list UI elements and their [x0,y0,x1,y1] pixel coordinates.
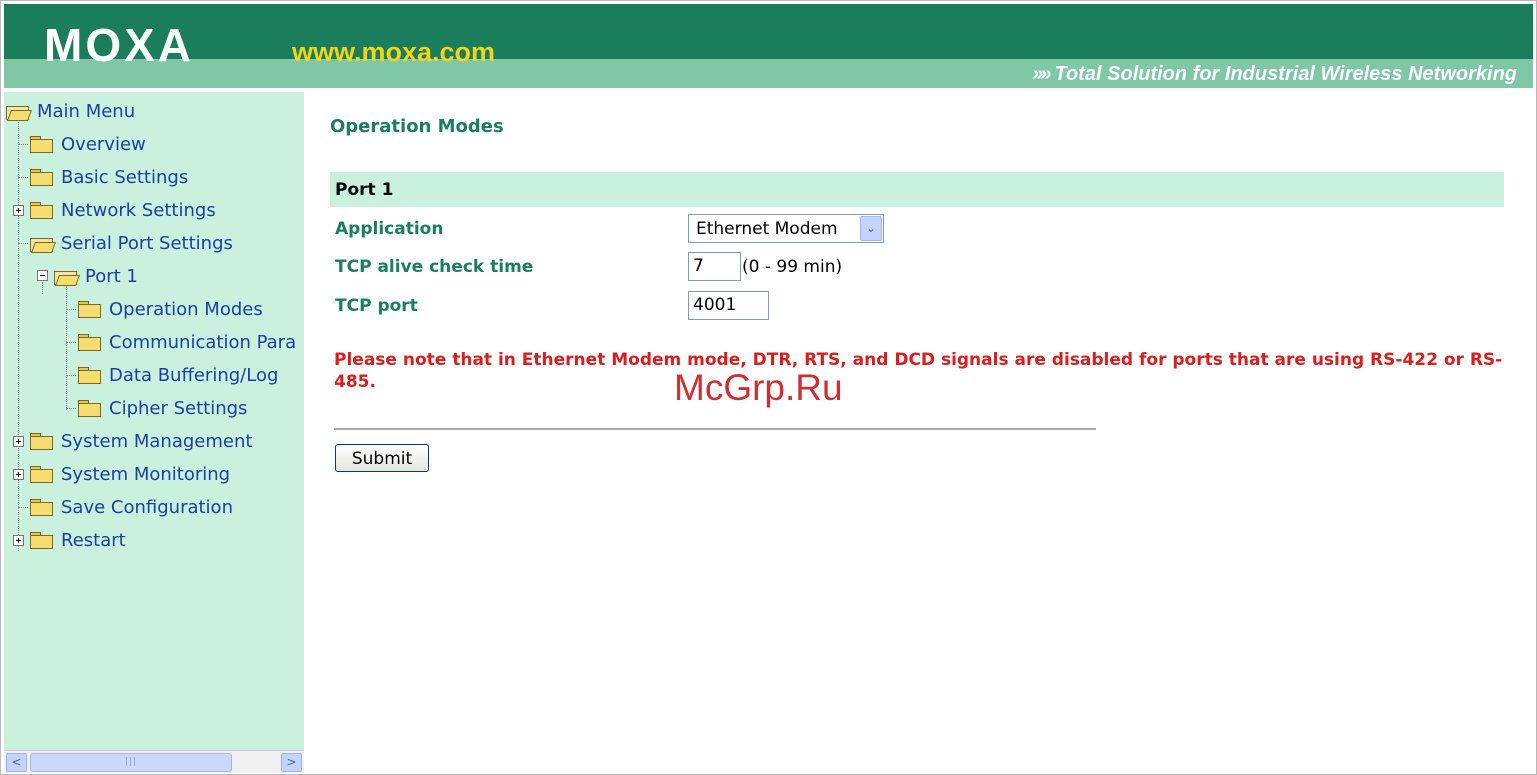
sidebar-item-label: Save Configuration [61,496,233,518]
sidebar-item-label: Cipher Settings [109,397,248,419]
folder-open-icon [5,102,33,121]
sidebar-item-port-1[interactable]: Port 1 [53,264,138,288]
sidebar-item-label: Network Settings [61,199,216,221]
sidebar-item-label: Port 1 [85,265,138,287]
browser-page: MOXA www.moxa.com »» Total Solution for I… [0,0,1537,775]
sidebar-horizontal-scrollbar[interactable]: < ||| > [4,750,304,773]
submit-button[interactable]: Submit [335,444,429,472]
expand-plus-icon[interactable] [13,205,24,216]
tree-line [66,408,76,409]
folder-icon [29,201,53,219]
sidebar-item-network-settings[interactable]: Network Settings [29,198,216,222]
tcp-port-input[interactable]: 4001 [688,291,769,320]
folder-open-icon [29,234,57,253]
divider [334,428,1096,430]
port-title: Port 1 [335,180,394,200]
folder-icon [29,531,53,549]
sidebar-item-label: Communication Para [109,331,297,353]
folder-icon [29,498,53,516]
sidebar-item-data-buffering[interactable]: Data Buffering/Log [77,363,278,387]
watermark: McGrp.Ru [674,367,843,408]
folder-open-icon [53,267,81,286]
sidebar-item-system-monitoring[interactable]: System Monitoring [29,462,230,486]
collapse-minus-icon[interactable] [37,270,48,281]
tree-line [18,118,19,551]
sidebar-item-label: Basic Settings [61,166,189,188]
tree-line [42,282,43,294]
tree-line [18,177,28,178]
tagline-text: Total Solution for Industrial Wireless N… [1054,63,1517,85]
chevron-down-icon[interactable]: ⌄ [860,216,882,241]
scroll-thumb[interactable]: ||| [30,753,232,772]
sidebar-item-restart[interactable]: Restart [29,528,126,552]
expand-plus-icon[interactable] [13,469,24,480]
tree-line [18,144,28,145]
sidebar-item-label: System Management [61,430,253,452]
tcp-alive-check-label: TCP alive check time [335,257,534,277]
sidebar-item-overview[interactable]: Overview [29,132,146,156]
expand-plus-icon[interactable] [13,436,24,447]
folder-icon [29,465,53,483]
port-section-header: Port 1 [330,172,1504,207]
main-content: Operation Modes Port 1 Application Ether… [304,92,1533,772]
tree-line [66,342,76,343]
sidebar-item-save-configuration[interactable]: Save Configuration [29,495,233,519]
tree-line [18,243,28,244]
scroll-right-button[interactable]: > [281,753,302,772]
expand-plus-icon[interactable] [13,535,24,546]
sidebar-item-operation-modes[interactable]: Operation Modes [77,297,263,321]
tree-line [66,286,67,410]
site-url: www.moxa.com [292,37,496,67]
sidebar-item-main-menu[interactable]: Main Menu [5,99,135,123]
sidebar-item-cipher-settings[interactable]: Cipher Settings [77,396,247,420]
folder-icon [77,366,101,384]
folder-icon [77,333,101,351]
application-select[interactable]: Ethernet Modem ⌄ [688,214,884,243]
double-chevron-icon: »» [1032,63,1051,85]
sidebar-item-serial-port-settings[interactable]: Serial Port Settings [29,231,233,255]
sidebar-item-communication-parameters[interactable]: Communication Para [77,330,296,354]
sidebar-item-label: Serial Port Settings [61,232,233,254]
sidebar-tree: Main Menu Overview Basic Settings Networ… [4,92,304,750]
sidebar-item-label: Operation Modes [109,298,263,320]
sidebar-item-basic-settings[interactable]: Basic Settings [29,165,188,189]
tcp-alive-check-unit: (0 - 99 min) [742,257,843,277]
folder-icon [29,432,53,450]
page-title: Operation Modes [330,116,504,137]
warning-note: Please note that in Ethernet Modem mode,… [334,350,1503,392]
sidebar-item-label: Main Menu [37,100,136,122]
folder-icon [77,399,101,417]
header-banner: MOXA www.moxa.com »» Total Solution for I… [4,4,1533,88]
application-select-value: Ethernet Modem [696,219,838,239]
sidebar-item-system-management[interactable]: System Management [29,429,252,453]
scroll-left-button[interactable]: < [6,753,27,772]
sidebar-item-label: Overview [61,133,146,155]
sidebar-item-label: Restart [61,529,126,551]
tagline: »» Total Solution for Industrial Wireless… [1032,61,1517,87]
application-label: Application [335,219,444,239]
sidebar-item-label: System Monitoring [61,463,231,485]
tree-line [66,309,76,310]
tree-line [66,375,76,376]
sidebar-item-label: Data Buffering/Log [109,364,279,386]
folder-icon [29,135,53,153]
folder-icon [29,168,53,186]
tree-line [18,507,28,508]
tcp-alive-check-input[interactable]: 7 [688,252,741,281]
tcp-port-label: TCP port [335,296,418,316]
moxa-logo: MOXA [44,19,194,71]
folder-icon [77,300,101,318]
